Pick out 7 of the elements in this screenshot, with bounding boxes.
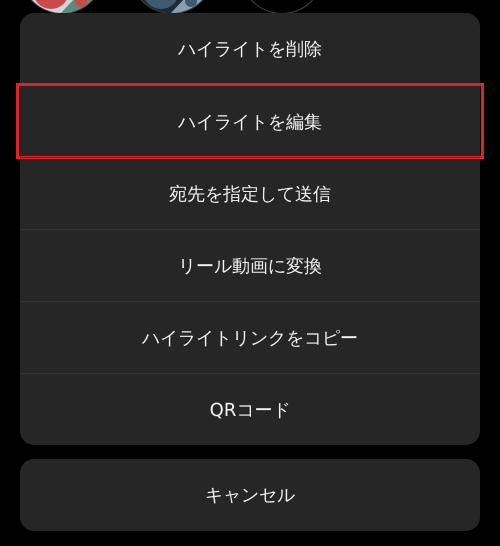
menu-item[interactable]: ハイライトを編集	[18, 85, 482, 157]
menu-item[interactable]: QRコード	[20, 373, 480, 445]
menu-item[interactable]: ハイライトリンクをコピー	[20, 301, 480, 373]
menu-item[interactable]: 宛先を指定して送信	[20, 157, 480, 229]
cancel-button[interactable]: キャンセル	[20, 459, 480, 531]
menu-item[interactable]: リール動画に変換	[20, 229, 480, 301]
menu-item[interactable]: ハイライトを削除	[20, 13, 480, 85]
